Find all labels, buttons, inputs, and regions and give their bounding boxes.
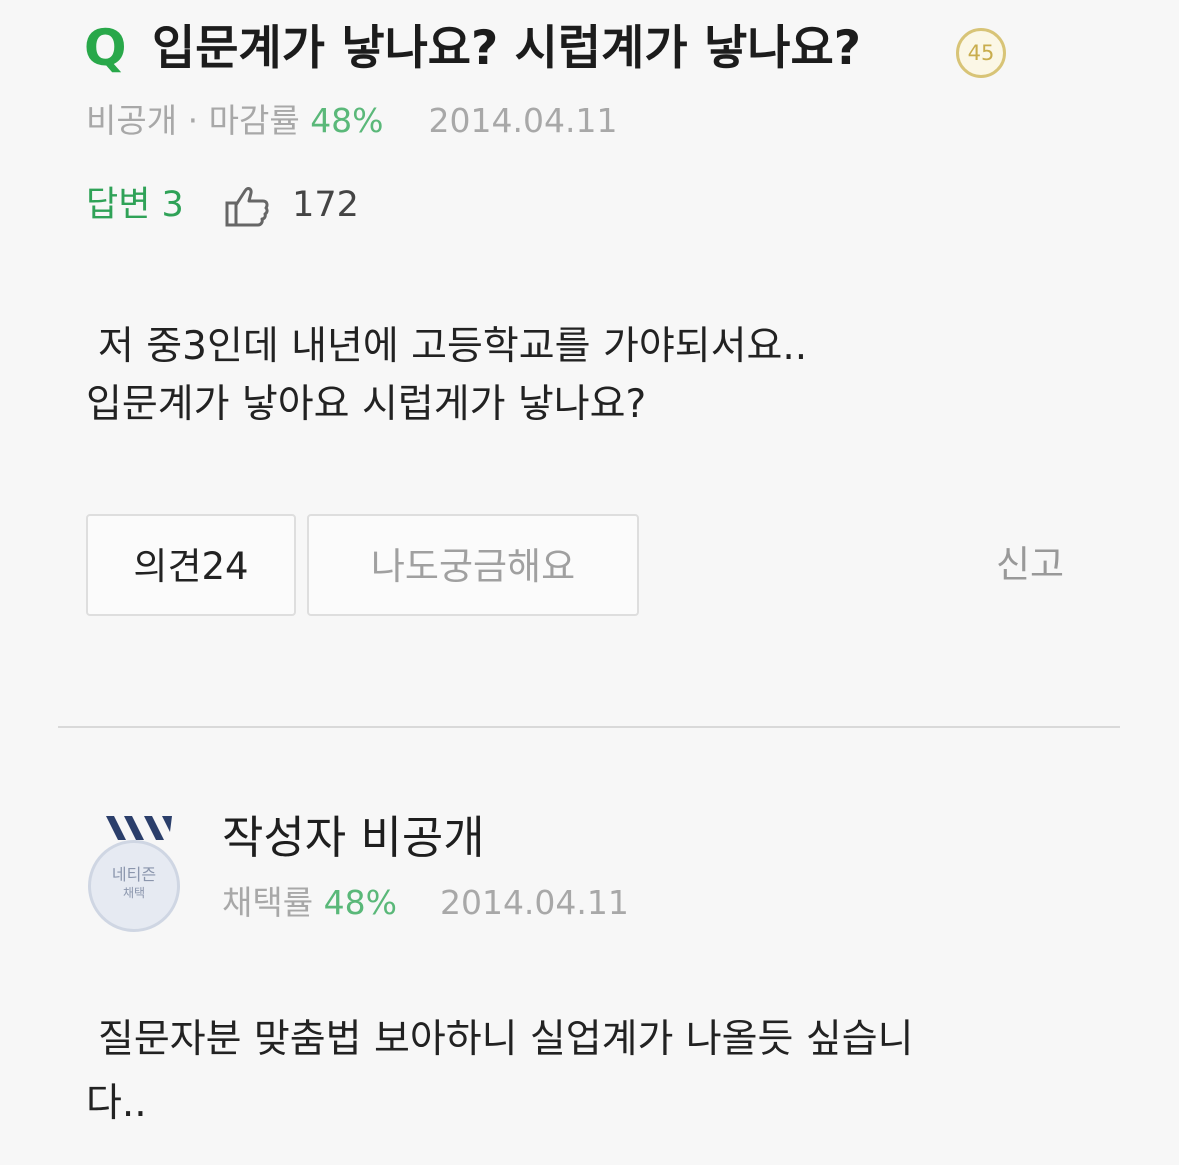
like-count: 172	[292, 185, 359, 225]
close-rate-label: 마감률	[208, 101, 300, 140]
answer-author: 작성자 비공개	[222, 811, 485, 864]
level-badge: 45	[956, 28, 1006, 78]
question-body-line: 입문계가 낳아요 시럽게가 낳나요?	[86, 382, 647, 427]
meta-separator: ·	[187, 101, 199, 140]
medal-label: 네티즌	[111, 865, 157, 884]
answer-body: 질문자분 맞춤법 보아하니 실업계가 나올듯 싶습니 다..	[86, 1008, 1096, 1136]
question-meta: 비공개 · 마감률 48% 2014.04.11	[86, 98, 618, 144]
curious-too-button[interactable]: 나도궁금해요	[307, 514, 639, 616]
section-divider	[58, 726, 1120, 728]
adopt-rate-label: 채택률	[222, 883, 314, 922]
medal-sublabel: 채택	[122, 886, 146, 900]
question-date: 2014.04.11	[428, 101, 618, 140]
answer-count[interactable]: 답변 3	[86, 185, 184, 225]
question-body: 저 중3인데 내년에 고등학교를 가야되서요.. 입문계가 낳아요 시럽게가 낳…	[86, 318, 1086, 434]
answer-body-line: 다..	[86, 1081, 147, 1126]
report-link[interactable]: 신고	[996, 540, 1064, 590]
q-icon: Q	[84, 19, 127, 77]
close-rate-value: 48%	[310, 101, 384, 140]
visibility-label: 비공개	[86, 101, 178, 140]
medal-ribbon-icon	[106, 816, 172, 840]
question-title: 입문계가 낳나요? 시럽계가 낳나요?	[152, 21, 861, 76]
answer-date: 2014.04.11	[439, 883, 629, 922]
adopt-rate-value: 48%	[323, 883, 397, 922]
answer-body-line: 질문자분 맞춤법 보아하니 실업계가 나올듯 싶습니	[98, 1017, 914, 1062]
opinion-button[interactable]: 의견24	[86, 514, 296, 616]
thumbs-up-icon[interactable]	[223, 183, 271, 229]
medal-icon: 네티즌 채택	[88, 840, 180, 932]
question-body-line: 저 중3인데 내년에 고등학교를 가야되서요..	[98, 324, 808, 369]
question-stats: 답변 3 172	[86, 180, 359, 230]
answer-meta: 채택률 48% 2014.04.11	[222, 880, 629, 926]
